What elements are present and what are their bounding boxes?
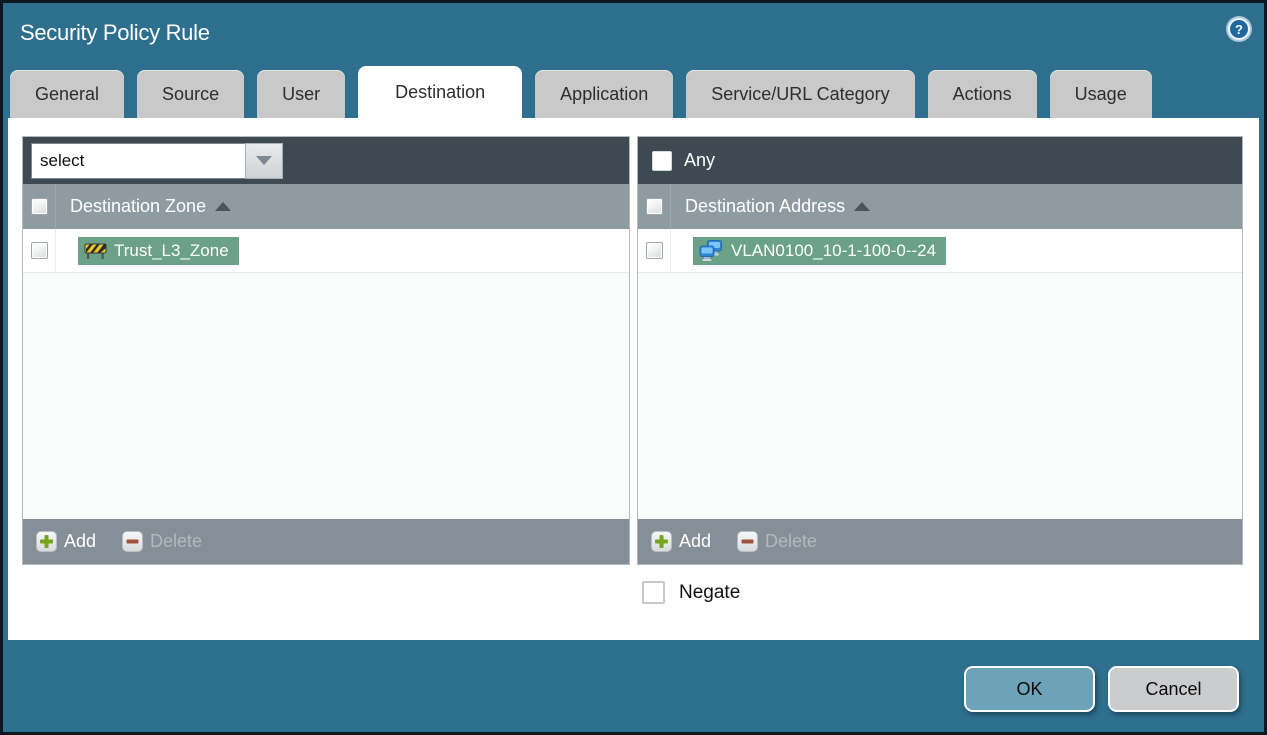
delete-zone-button[interactable]: Delete (122, 531, 202, 552)
table-row[interactable]: VLAN0100_10-1-100-0--24 (638, 229, 1242, 273)
address-select-all-checkbox[interactable] (645, 198, 663, 215)
address-column-label[interactable]: Destination Address (685, 196, 845, 217)
tab-source[interactable]: Source (137, 70, 245, 118)
chevron-down-icon (256, 156, 272, 165)
security-policy-rule-dialog: Security Policy Rule ? General Source Us… (0, 0, 1267, 735)
delete-icon (737, 531, 759, 552)
zone-select-all-checkbox[interactable] (30, 198, 48, 215)
sort-asc-icon[interactable] (215, 202, 232, 211)
zone-select-input[interactable] (31, 142, 245, 179)
zone-row-checkbox[interactable] (30, 242, 48, 259)
tab-bar: General Source User Destination Applicat… (10, 66, 1257, 118)
add-label: Add (679, 531, 712, 551)
zone-column-header: Destination Zone (23, 184, 629, 229)
negate-checkbox[interactable] (642, 581, 665, 604)
ok-button[interactable]: OK (964, 666, 1095, 712)
address-column-header: Destination Address (638, 184, 1242, 229)
zone-panel-toolbar (23, 137, 629, 184)
add-icon (36, 531, 57, 552)
address-panel-footer: Add Delete (638, 519, 1242, 564)
zone-icon (84, 243, 107, 259)
delete-label: Delete (150, 531, 203, 551)
address-tag-label: VLAN0100_10-1-100-0--24 (731, 240, 937, 260)
table-row[interactable]: Trust_L3_Zone (23, 229, 629, 273)
destination-address-panel: Any Destination Address VLAN0100_10-1-10… (637, 136, 1243, 565)
add-icon (651, 531, 672, 552)
tab-general[interactable]: General (10, 70, 125, 118)
zone-panel-footer: Add Delete (23, 519, 629, 564)
address-tag[interactable]: VLAN0100_10-1-100-0--24 (693, 236, 947, 265)
destination-tab-content: Destination Zone (8, 118, 1259, 640)
zone-tag-label: Trust_L3_Zone (114, 240, 229, 260)
zone-select-combo (31, 142, 283, 179)
address-header-checkbox-cell (638, 184, 671, 229)
zone-header-checkbox-cell (23, 184, 56, 229)
address-rows: VLAN0100_10-1-100-0--24 (638, 229, 1242, 519)
address-row-checkbox[interactable] (645, 242, 663, 259)
delete-address-button[interactable]: Delete (737, 531, 817, 552)
tab-service-url-category[interactable]: Service/URL Category (686, 70, 915, 118)
add-label: Add (64, 531, 97, 551)
address-row-checkbox-cell (638, 229, 671, 272)
negate-label: Negate (679, 581, 741, 603)
zone-tag[interactable]: Trust_L3_Zone (78, 236, 239, 265)
tab-actions[interactable]: Actions (927, 70, 1037, 118)
svg-text:?: ? (1235, 22, 1243, 37)
zone-column-label[interactable]: Destination Zone (70, 196, 206, 217)
address-panel-toolbar: Any (638, 137, 1242, 184)
network-icon (699, 240, 722, 261)
zone-row-checkbox-cell (23, 229, 56, 272)
titlebar: Security Policy Rule ? (3, 3, 1264, 63)
add-address-button[interactable]: Add (651, 531, 711, 552)
delete-icon (122, 531, 144, 552)
sort-asc-icon[interactable] (854, 202, 871, 211)
tab-destination[interactable]: Destination (358, 66, 523, 118)
any-toggle[interactable]: Any (646, 150, 715, 171)
tab-usage[interactable]: Usage (1049, 70, 1152, 118)
help-icon[interactable]: ? (1224, 14, 1254, 44)
tab-application[interactable]: Application (535, 70, 674, 118)
negate-toggle[interactable]: Negate (642, 581, 740, 604)
zone-select-dropdown-button[interactable] (245, 142, 283, 179)
dialog-title: Security Policy Rule (20, 20, 210, 45)
delete-label: Delete (765, 531, 818, 551)
cancel-button[interactable]: Cancel (1108, 666, 1239, 712)
destination-zone-panel: Destination Zone (22, 136, 630, 565)
any-checkbox[interactable] (652, 150, 672, 171)
any-label: Any (684, 150, 716, 170)
add-zone-button[interactable]: Add (36, 531, 96, 552)
zone-rows: Trust_L3_Zone (23, 229, 629, 519)
tab-user[interactable]: User (257, 70, 346, 118)
